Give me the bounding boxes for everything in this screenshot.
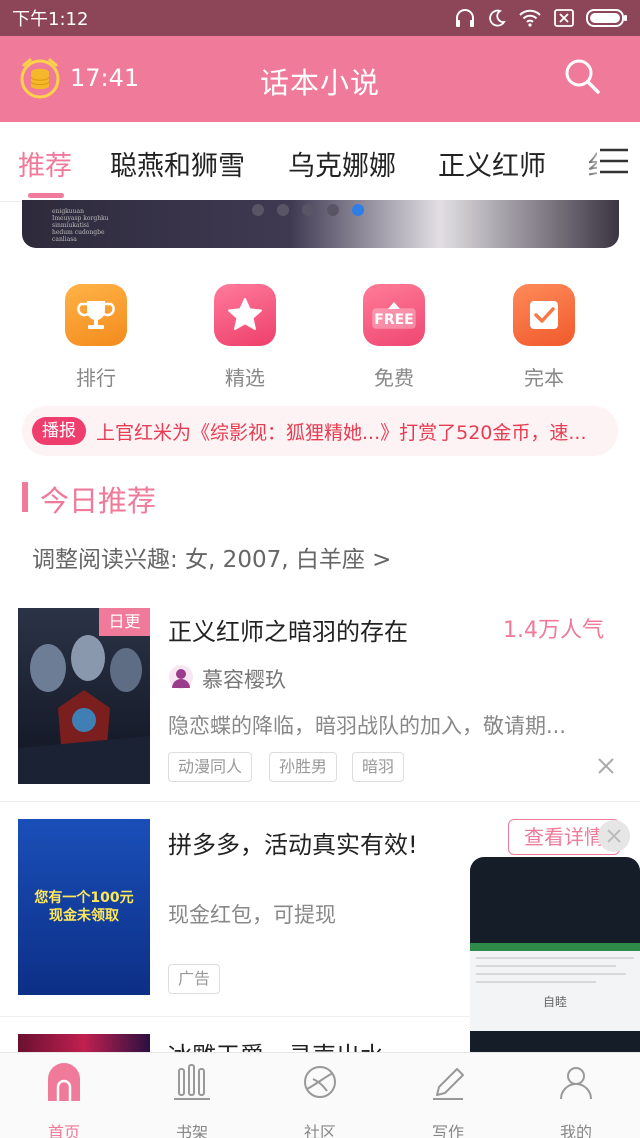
ad-cover[interactable]: 您有一个100元 现金未领取 — [18, 819, 150, 995]
video-frame: 自睦 — [470, 943, 640, 1031]
app-header: 17:41 话本小说 — [0, 36, 640, 122]
wifi-icon — [519, 9, 541, 27]
video-caption: 自睦 — [542, 995, 567, 1009]
author-avatar-icon — [169, 665, 193, 689]
category-tabs: 推荐 聪燕和狮雪 乌克娜娜 正义红师 纟 — [0, 122, 640, 202]
carousel-dot-active — [352, 204, 364, 216]
reading-interest-link[interactable]: 调整阅读兴趣: 女, 2007, 白羊座 > — [32, 540, 391, 574]
nav-home[interactable]: 首页 — [14, 1061, 114, 1138]
bookshelf-icon — [174, 1064, 210, 1100]
section-accent-bar — [22, 482, 28, 512]
banner-text: enigkuuan Imeuyasp korghku sinmiukatisi … — [52, 208, 109, 243]
planet-icon — [304, 1066, 336, 1098]
book-description: 隐恋蝶的降临，暗羽战队的加入，敬请期... — [168, 714, 567, 738]
book-tag[interactable]: 孙胜男 — [269, 752, 338, 782]
category-ranking[interactable]: 排行 — [46, 284, 146, 391]
nav-write[interactable]: 写作 — [398, 1061, 498, 1138]
battery-icon — [586, 9, 627, 27]
category-completed[interactable]: 完本 — [494, 284, 594, 391]
status-time: 下午1:12 — [12, 9, 89, 30]
moon-icon — [489, 9, 506, 27]
dismiss-icon[interactable] — [596, 756, 616, 776]
carousel-dot — [327, 204, 339, 216]
profile-icon — [560, 1067, 592, 1100]
broadcast-message: 上官红米为《综影视：狐狸精她...》打赏了520金币，速... — [96, 422, 587, 444]
nav-bookshelf[interactable]: 书架 — [142, 1061, 242, 1138]
bottom-nav: 首页 书架 社区 写作 我的 — [0, 1052, 640, 1138]
app-title: 话本小说 — [259, 66, 380, 100]
daily-update-badge: 日更 — [99, 608, 150, 636]
status-bar: 下午1:12 — [0, 0, 640, 36]
pen-icon — [433, 1068, 464, 1100]
app-screen: 下午1:12 17:41 话本小说 推荐 聪燕和狮雪 乌克娜娜 正义红师 eni… — [0, 0, 640, 1138]
book-tag[interactable]: 动漫同人 — [168, 752, 253, 782]
carousel-dots — [252, 204, 364, 216]
headphones-icon — [456, 9, 474, 27]
broadcast-tag: 播报 — [32, 417, 86, 445]
ad-subtitle: 现金红包，可提现 — [168, 903, 336, 927]
book-author[interactable]: 慕容樱玖 — [202, 664, 286, 694]
nav-profile[interactable]: 我的 — [526, 1061, 626, 1138]
ad-title[interactable]: 拼多多，活动真实有效! — [168, 825, 418, 860]
tab-congyan-shixue[interactable]: 聪燕和狮雪 — [110, 144, 245, 183]
trophy-icon — [65, 284, 127, 346]
free-icon: FREE — [363, 284, 425, 346]
no-sim-icon — [554, 9, 574, 27]
active-tab-indicator — [28, 193, 64, 198]
search-icon[interactable] — [562, 56, 602, 96]
carousel-dot — [277, 204, 289, 216]
section-title: 今日推荐 — [40, 484, 157, 518]
tab-recommend[interactable]: 推荐 — [18, 144, 72, 183]
tab-wukenana[interactable]: 乌克娜娜 — [288, 144, 396, 183]
tab-zhengyi-hongshi[interactable]: 正义红师 — [438, 144, 546, 183]
broadcast-bar[interactable]: 播报 上官红米为《综影视：狐狸精她...》打赏了520金币，速... — [22, 406, 618, 456]
book-title[interactable]: 正义红师之暗羽的存在 — [168, 612, 408, 647]
tab-menu-icon[interactable] — [598, 146, 630, 176]
nav-community[interactable]: 社区 — [270, 1061, 370, 1138]
close-icon[interactable] — [598, 820, 630, 852]
book-popularity: 1.4万人气 — [503, 618, 604, 643]
checklist-icon — [513, 284, 575, 346]
carousel-dot — [302, 204, 314, 216]
svg-text:FREE: FREE — [374, 312, 413, 328]
category-free[interactable]: FREE 免费 — [344, 284, 444, 391]
ad-label: 广告 — [168, 964, 221, 994]
category-featured[interactable]: 精选 — [195, 284, 295, 391]
home-icon — [48, 1063, 80, 1101]
carousel-dot — [252, 204, 264, 216]
book-card[interactable]: 日更 正义红师之暗羽的存在 1.4万人气 慕容樱玖 隐恋蝶的降临，暗羽战队的加入… — [0, 592, 640, 802]
star-icon — [214, 284, 276, 346]
book-tag[interactable]: 暗羽 — [352, 752, 405, 782]
